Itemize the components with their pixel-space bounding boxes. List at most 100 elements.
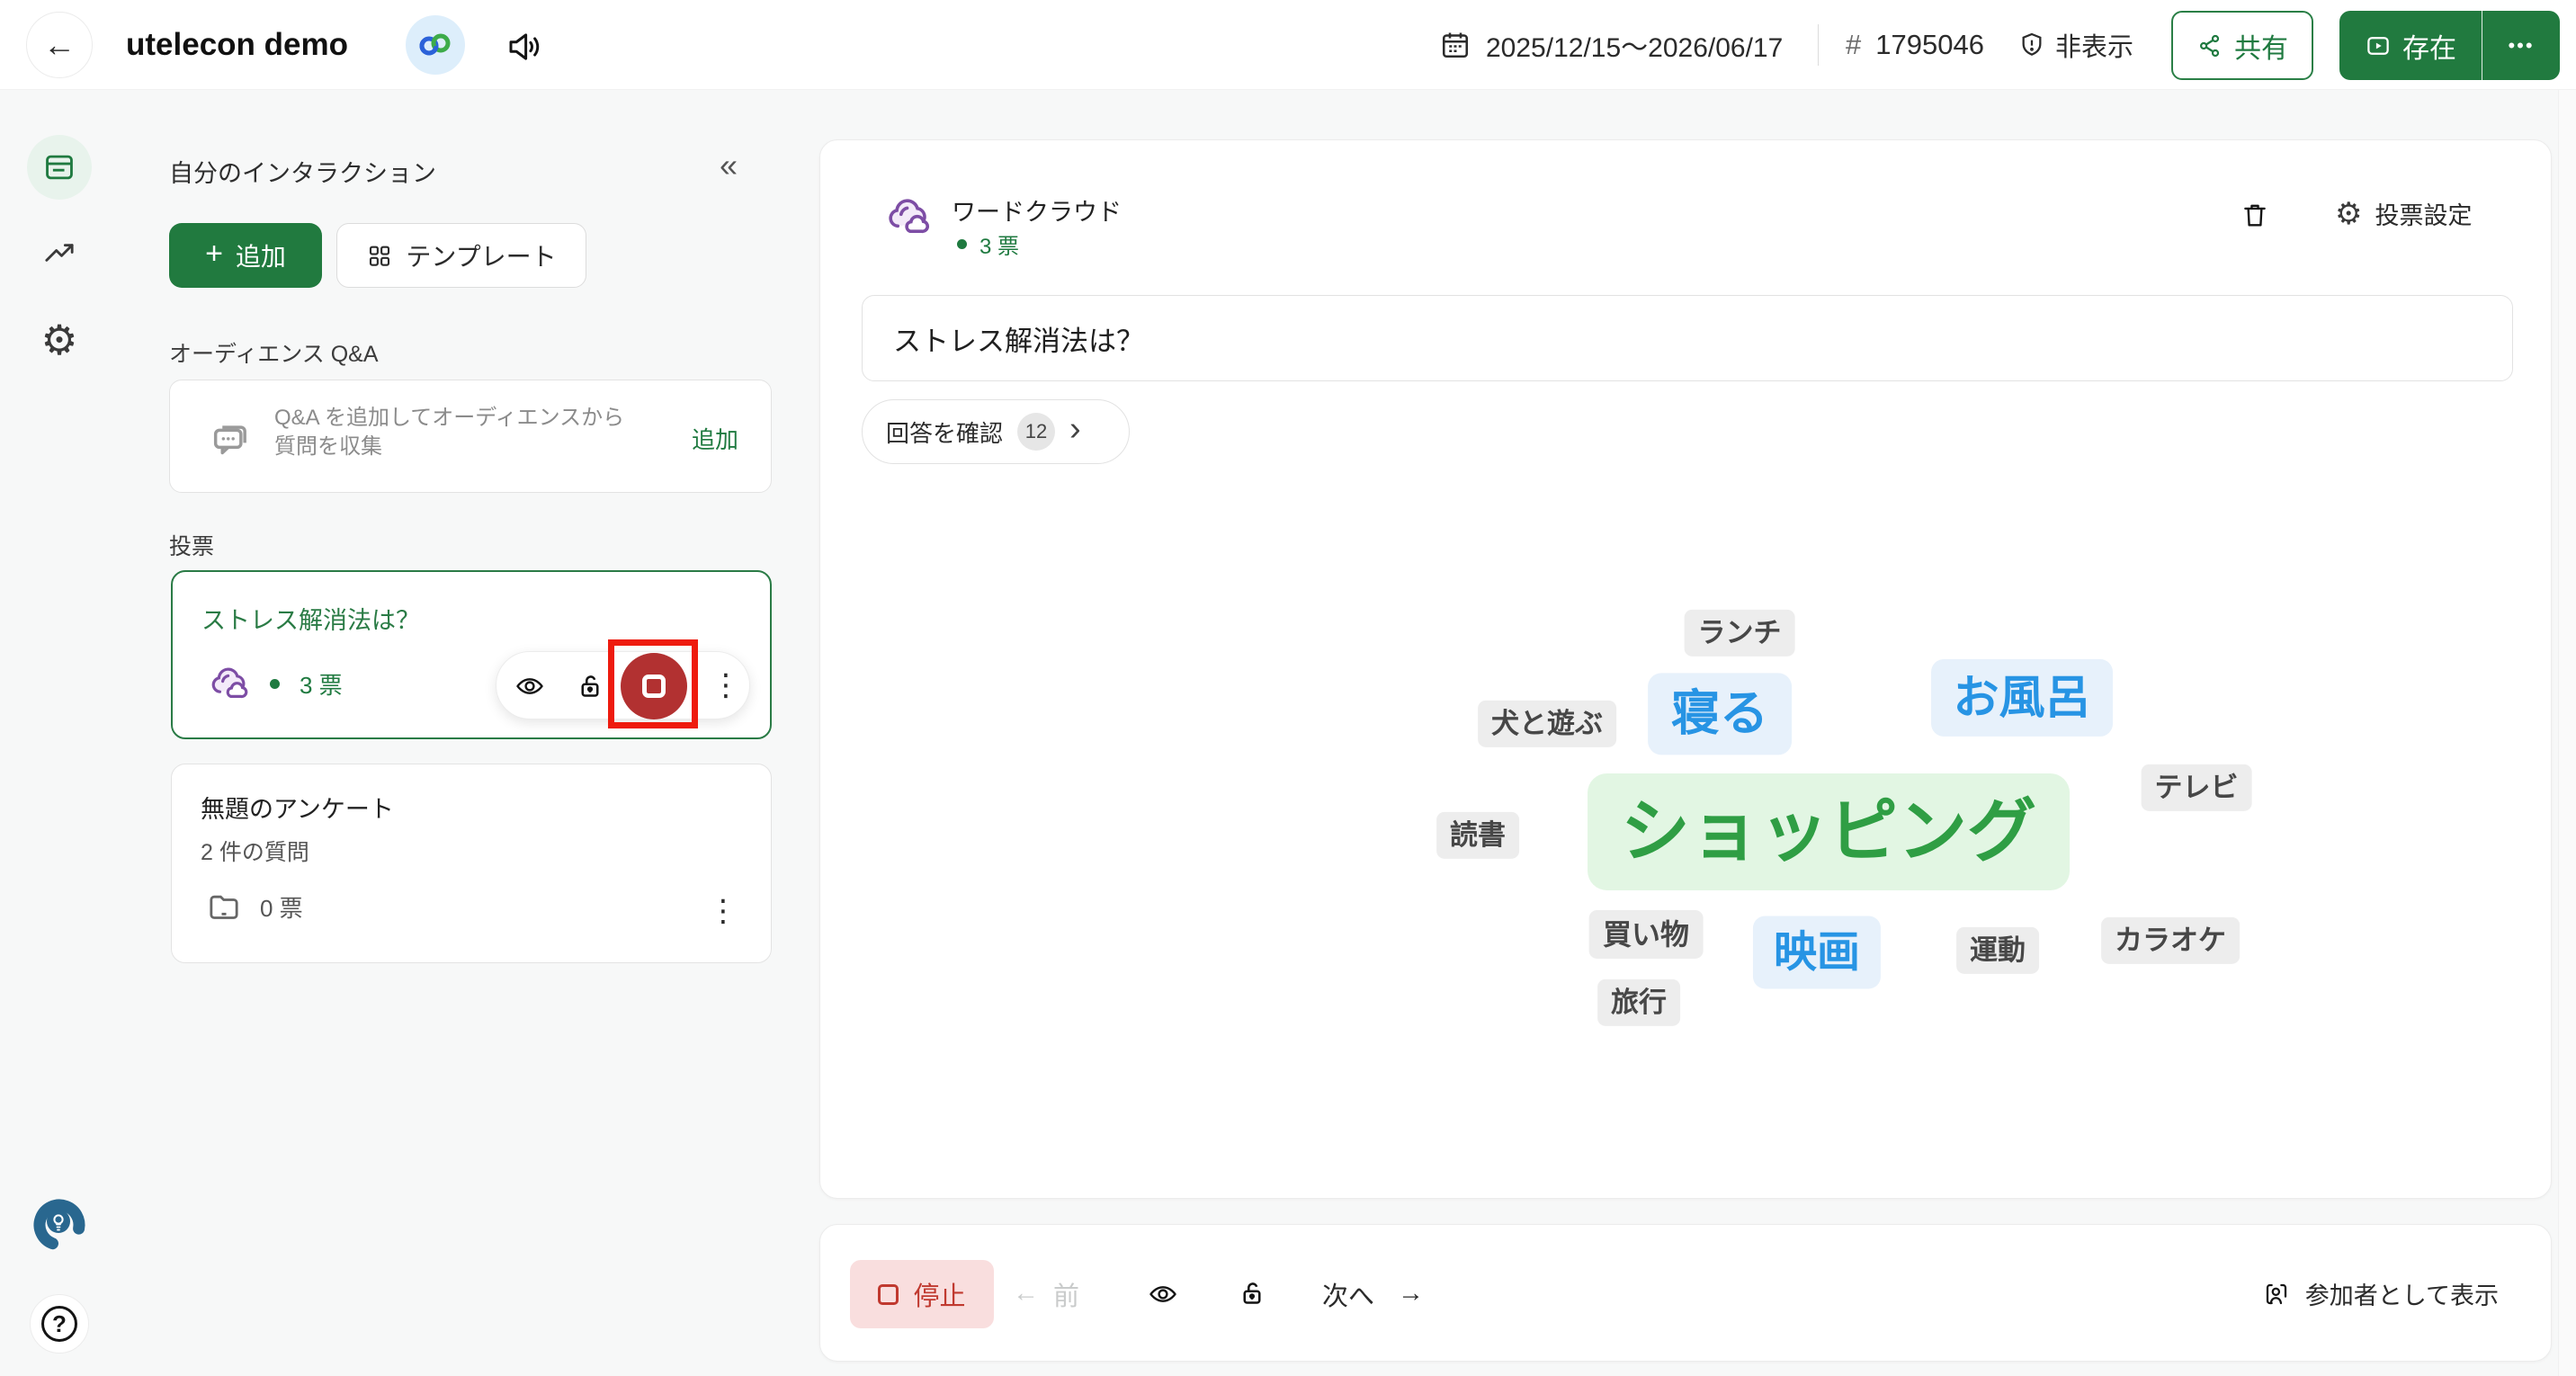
share-label: 共有 bbox=[2234, 26, 2288, 66]
word-chip: 読書 bbox=[1436, 812, 1519, 859]
question-input[interactable]: ストレス解消法は？ bbox=[862, 295, 2513, 381]
poll-menu-icon[interactable]: ⋮ bbox=[711, 670, 741, 701]
survey-question-count: 2 件の質問 bbox=[201, 835, 309, 867]
survey-title: 無題のアンケート bbox=[201, 790, 394, 825]
event-code[interactable]: # 1795046 bbox=[1846, 0, 1984, 90]
live-dot bbox=[957, 239, 967, 249]
panel-title: 自分のインタラクション bbox=[169, 154, 436, 189]
visibility-status[interactable]: 非表示 bbox=[2017, 0, 2133, 90]
more-options-button[interactable]: ••• bbox=[2482, 11, 2560, 80]
rail-interactions-item[interactable] bbox=[27, 135, 92, 200]
slido-logo-glyph bbox=[31, 1196, 88, 1254]
arrow-right-icon: → bbox=[1398, 1279, 1424, 1309]
view-as-participant-label: 参加者として表示 bbox=[2305, 1276, 2499, 1311]
participant-icon bbox=[2262, 1280, 2291, 1309]
hide-results-icon[interactable] bbox=[514, 671, 545, 701]
template-button[interactable]: テンプレート bbox=[336, 223, 586, 288]
question-mark-icon: ? bbox=[41, 1306, 77, 1342]
event-date-range[interactable]: 2025/12/15〜2026/06/17 bbox=[1439, 0, 1783, 90]
delete-poll-icon[interactable] bbox=[2240, 200, 2270, 230]
presentation-control-bar: 停止 ← 前 次へ → 参加者として表示 bbox=[819, 1224, 2552, 1362]
poll-type-label: ワードクラウド bbox=[952, 192, 1122, 228]
chevron-right-icon: › bbox=[1069, 410, 1081, 449]
stop-button[interactable]: 停止 bbox=[850, 1260, 994, 1328]
rail-analytics-item[interactable] bbox=[40, 233, 79, 273]
present-label: 存在 bbox=[2402, 26, 2456, 66]
word-chip: 寝る bbox=[1648, 673, 1792, 755]
gear-icon: ⚙ bbox=[40, 319, 77, 361]
add-button[interactable]: + 追加 bbox=[169, 223, 322, 288]
poll-toolbar: ⋮ bbox=[496, 651, 750, 719]
next-label: 次へ bbox=[1322, 1275, 1374, 1313]
survey-card[interactable]: 無題のアンケート 2 件の質問 0 票 ⋮ bbox=[171, 764, 772, 963]
interactions-panel-icon bbox=[42, 150, 76, 184]
qa-card: Q&A を追加してオーディエンスから 質問を収集 追加 bbox=[169, 380, 772, 493]
hide-results-icon[interactable] bbox=[1148, 1279, 1178, 1309]
next-button[interactable]: 次へ → bbox=[1322, 1225, 1424, 1363]
word-chip: カラオケ bbox=[2101, 917, 2240, 964]
template-label: テンプレート bbox=[406, 237, 556, 273]
chat-bubbles-icon bbox=[208, 415, 255, 461]
announcement-icon[interactable] bbox=[504, 27, 543, 67]
back-button[interactable]: ← bbox=[26, 12, 93, 78]
lock-voting-icon[interactable] bbox=[1236, 1277, 1268, 1309]
lock-voting-icon[interactable] bbox=[574, 670, 606, 702]
survey-meta: 0 票 bbox=[206, 889, 303, 925]
poll-meta: 3 票 bbox=[207, 662, 343, 705]
votes-count: 3 票 bbox=[979, 228, 1019, 260]
back-arrow-icon: ← bbox=[43, 26, 76, 64]
wordcloud-header-icon bbox=[883, 192, 932, 241]
hash-icon: # bbox=[1846, 29, 1861, 61]
present-button[interactable]: 存在 bbox=[2339, 11, 2482, 80]
word-chip: 買い物 bbox=[1589, 910, 1704, 959]
share-button[interactable]: 共有 bbox=[2171, 11, 2313, 80]
qa-section-label: オーディエンス Q&A bbox=[169, 336, 379, 369]
live-dot bbox=[270, 679, 280, 689]
poll-card-active[interactable]: ストレス解消法は？ 3 票 bbox=[171, 570, 772, 739]
stop-icon bbox=[642, 675, 666, 698]
topbar-divider bbox=[1818, 24, 1819, 66]
poll-settings-label: 投票設定 bbox=[2375, 196, 2472, 231]
qa-description-line2: 質問を収集 bbox=[274, 433, 624, 461]
rail-settings-item[interactable]: ⚙ bbox=[38, 317, 81, 363]
poll-title: ストレス解消法は？ bbox=[201, 601, 420, 636]
word-chip: 犬と遊ぶ bbox=[1478, 701, 1616, 747]
poll-detail-card: ワードクラウド 3 票 ⚙ 投票設定 ストレス解消法は？ 回答を確認 12 › … bbox=[819, 139, 2552, 1199]
wordcloud-type-icon bbox=[207, 662, 250, 705]
survey-menu-icon[interactable]: ⋮ bbox=[708, 896, 738, 926]
poll-votes-status: 3 票 bbox=[957, 228, 1019, 260]
survey-votes: 0 票 bbox=[260, 890, 303, 924]
stop-icon bbox=[878, 1284, 899, 1305]
scrollbar[interactable] bbox=[2558, 90, 2576, 1376]
word-chip: テレビ bbox=[2142, 764, 2252, 811]
polls-section-label: 投票 bbox=[169, 529, 214, 561]
word-chip: ランチ bbox=[1685, 610, 1795, 657]
plus-icon: + bbox=[205, 237, 223, 272]
collapse-panel-icon[interactable]: « bbox=[720, 147, 738, 184]
word-chip: 運動 bbox=[1956, 927, 2039, 974]
top-bar: ← utelecon demo 2025/12/15〜2026/06/17 # … bbox=[0, 0, 2576, 90]
review-responses-button[interactable]: 回答を確認 12 › bbox=[862, 399, 1130, 464]
stop-poll-button[interactable] bbox=[621, 653, 687, 719]
help-glyph: ? bbox=[52, 1310, 67, 1338]
poll-settings-button[interactable]: ⚙ 投票設定 bbox=[2335, 196, 2472, 231]
date-range-text: 2025/12/15〜2026/06/17 bbox=[1486, 25, 1783, 65]
event-code-value: 1795046 bbox=[1875, 29, 1984, 61]
review-responses-label: 回答を確認 bbox=[886, 415, 1003, 449]
ellipsis-icon: ••• bbox=[2508, 34, 2534, 58]
word-chip: お風呂 bbox=[1931, 659, 2113, 737]
folder-icon bbox=[206, 889, 242, 925]
qa-add-link[interactable]: 追加 bbox=[692, 422, 738, 455]
stop-label: 停止 bbox=[913, 1275, 965, 1313]
hidden-label: 非表示 bbox=[2055, 26, 2133, 64]
product-logo-icon bbox=[31, 1196, 88, 1254]
previous-label: 前 bbox=[1053, 1275, 1079, 1313]
webex-logo-icon bbox=[406, 15, 465, 75]
shield-alert-icon bbox=[2017, 31, 2046, 59]
help-button[interactable]: ? bbox=[30, 1294, 89, 1354]
gear-icon: ⚙ bbox=[2335, 199, 2362, 229]
view-as-participant-button[interactable]: 参加者として表示 bbox=[2262, 1225, 2499, 1363]
word-cloud: ランチ寝るお風呂犬と遊ぶテレビ読書ショッピング買い物映画運動カラオケ旅行 bbox=[820, 482, 2553, 1166]
webex-logo-glyph bbox=[416, 31, 454, 59]
previous-button[interactable]: ← 前 bbox=[1013, 1225, 1079, 1363]
